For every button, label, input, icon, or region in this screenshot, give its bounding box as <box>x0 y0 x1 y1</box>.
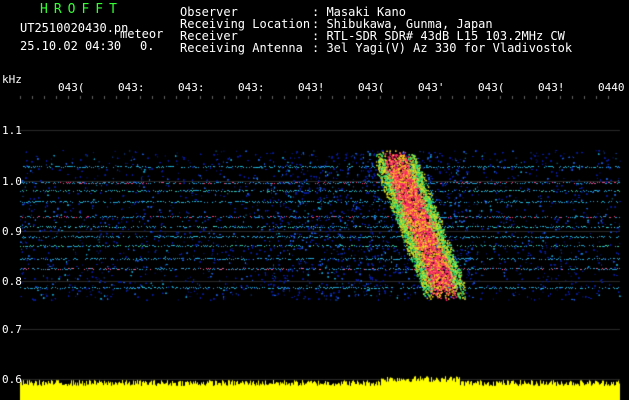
brand-title: HROFFT <box>40 2 123 17</box>
x-tick: 043: <box>118 81 145 94</box>
y-axis-unit: kHz <box>2 73 22 86</box>
info-label-antenna: Receiving Antenna <box>180 41 303 55</box>
spectrogram-canvas <box>0 0 629 400</box>
datetime-label: 25.10.02 04:30 <box>20 39 122 53</box>
x-tick: 043: <box>238 81 265 94</box>
y-tick: 0.9 <box>2 225 22 238</box>
x-tick: 043! <box>298 81 325 94</box>
counter-label: 0. <box>140 39 155 53</box>
y-tick: 0.7 <box>2 323 22 336</box>
y-tick: 1.1 <box>2 124 22 137</box>
y-tick: 0.8 <box>2 275 22 288</box>
y-tick: 0.6 <box>2 373 22 386</box>
x-tick: 043( <box>478 81 505 94</box>
x-tick: 043: <box>178 81 205 94</box>
filename-label: UT2510020430.pn <box>20 21 129 35</box>
info-value-antenna: : 3el Yagi(V) Az 330 for Vladivostok <box>312 41 573 55</box>
x-tick: 043! <box>538 81 565 94</box>
x-tick: 043( <box>58 81 85 94</box>
x-tick: 0440 <box>598 81 625 94</box>
x-tick: 043' <box>418 81 445 94</box>
y-tick: 1.0 <box>2 175 22 188</box>
x-tick: 043( <box>358 81 385 94</box>
